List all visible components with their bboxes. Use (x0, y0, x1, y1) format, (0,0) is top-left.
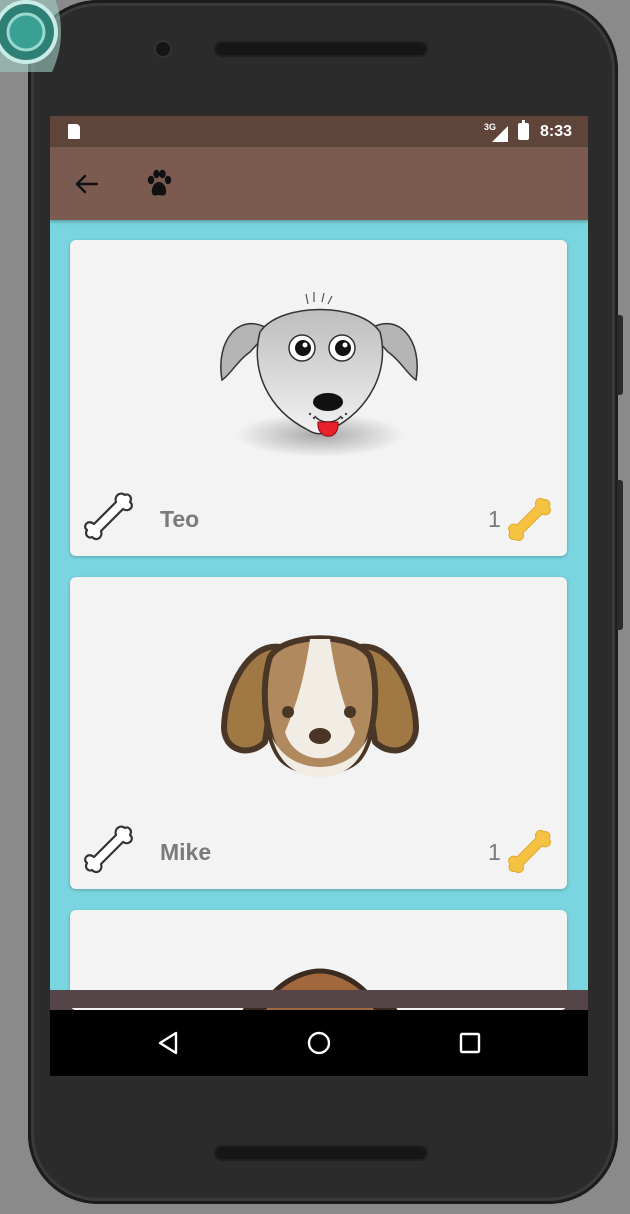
sd-card-icon (68, 124, 80, 139)
top-speaker (214, 41, 428, 57)
bottom-speaker (214, 1145, 428, 1161)
power-button (617, 480, 623, 630)
grey-dog-icon (220, 292, 418, 457)
gold-bone-icon (508, 829, 551, 873)
dog-card-teo[interactable]: Teo 1 (70, 240, 567, 556)
beagle-dog-icon (221, 635, 419, 777)
bone-outline-icon (84, 825, 133, 874)
status-bar: 3G 8:33 (50, 116, 588, 147)
dog-card-mike[interactable]: Mike 1 (70, 577, 567, 889)
arrow-back-icon[interactable] (72, 169, 102, 199)
paw-icon (147, 169, 172, 196)
bone-count: 1 (488, 839, 501, 865)
app-toolbar (50, 147, 588, 220)
gold-bone-icon (508, 497, 551, 541)
square-recents-icon[interactable] (453, 1026, 487, 1060)
dog-name: Teo (160, 506, 200, 532)
system-nav-bar (50, 1010, 588, 1076)
volume-button (617, 315, 623, 395)
list-bottom-shade (50, 990, 588, 1008)
circle-home-icon[interactable] (302, 1026, 336, 1060)
bone-outline-icon (84, 492, 133, 541)
front-camera (156, 42, 170, 56)
screen: 3G 8:33 Teo 1 Mike 1 (50, 116, 588, 1076)
dog-list: Teo 1 Mike 1 (50, 220, 588, 1076)
triangle-back-icon[interactable] (152, 1026, 186, 1060)
signal-icon (492, 126, 508, 142)
bone-count: 1 (488, 506, 501, 532)
dog-name: Mike (160, 839, 212, 865)
battery-icon (518, 120, 529, 140)
floating-assist-button[interactable] (0, 0, 68, 80)
status-time: 8:33 (540, 123, 573, 140)
